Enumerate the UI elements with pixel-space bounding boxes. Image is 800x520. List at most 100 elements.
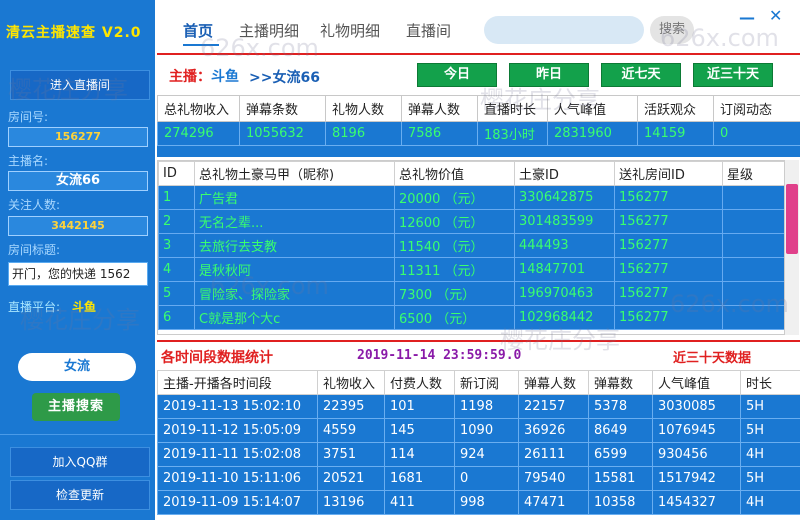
table-cell: 1 [158, 185, 195, 210]
host-prefix: 主播： [169, 69, 211, 85]
table-row[interactable]: 5 冒险家、探险家 7300 （元） 196970463 156277 [158, 281, 784, 306]
search-button[interactable]: 搜索 [650, 16, 694, 44]
table-row[interactable]: 1 广告君 20000 （元） 330642875 156277 [158, 185, 784, 210]
table-cell: 1090 [454, 418, 519, 443]
table-cell: 2019-11-10 15:11:06 [157, 466, 318, 491]
table-cell: 2019-11-12 15:05:09 [157, 418, 318, 443]
table-cell: 0 [454, 466, 519, 491]
stat-value: 0 [713, 121, 800, 146]
enter-room-button[interactable]: 进入直播间 [10, 70, 150, 100]
range-today-button[interactable]: 今日 [417, 63, 497, 87]
table-cell: 冒险家、探险家 [194, 281, 395, 306]
join-qq-group-button[interactable]: 加入QQ群 [10, 447, 150, 477]
table-cell: 4 [158, 257, 195, 282]
sidebar: 清云主播速查 V2.0 进入直播间 房间号: 156277 主播名: 女流66 … [0, 0, 155, 520]
host-name-link[interactable]: >>女流66 [249, 67, 320, 87]
column-header[interactable]: 星级 [722, 161, 784, 186]
column-header[interactable]: 付费人数 [384, 370, 455, 395]
table-row[interactable]: 2019-11-09 15:14:07 13196 411 998 47471 … [157, 490, 800, 515]
time-section-timestamp: 2019-11-14 23:59:59.0 [357, 348, 522, 363]
stat-value: 274296 [157, 121, 240, 146]
table-cell: 20000 （元） [394, 185, 515, 210]
time-section-range: 近三十天数据 [673, 351, 752, 366]
check-update-button[interactable]: 检查更新 [10, 480, 150, 510]
top-gifters-panel: ID 总礼物土豪马甲（昵称) 总礼物价值 土豪ID 送礼房间ID 星级 1 广告… [157, 160, 785, 335]
table-cell: 998 [454, 490, 519, 515]
range-yesterday-button[interactable]: 昨日 [509, 63, 589, 87]
tab-host-details[interactable]: 主播明细 [239, 20, 299, 41]
stat-header: 弹幕人数 [401, 95, 478, 122]
column-header[interactable]: 总礼物价值 [394, 161, 515, 186]
table-cell: 2019-11-13 15:02:10 [157, 394, 318, 419]
table-cell: 6 [158, 305, 195, 330]
app-title: 清云主播速查 V2.0 [6, 25, 142, 41]
gifters-scrollbar-thumb[interactable] [786, 184, 798, 254]
table-row[interactable]: 2019-11-10 15:11:06 20521 1681 0 79540 1… [157, 466, 800, 491]
column-header[interactable]: 主播-开播各时间段 [157, 370, 318, 395]
table-cell: 11311 （元） [394, 257, 515, 282]
table-cell: 5H [740, 418, 800, 443]
range-30days-button[interactable]: 近三十天 [693, 63, 773, 87]
stat-header: 活跃观众 [637, 95, 714, 122]
host-search-button[interactable]: 主播搜索 [32, 393, 120, 421]
table-cell: 101 [384, 394, 455, 419]
table-cell: 14847701 [514, 257, 615, 282]
table-cell: 156277 [614, 185, 723, 210]
table-cell: 22157 [518, 394, 589, 419]
tab-gift-details[interactable]: 礼物明细 [320, 20, 380, 41]
table-row[interactable]: 2019-11-12 15:05:09 4559 145 1090 36926 … [157, 418, 800, 443]
room-title-field[interactable]: 开门，您的快递 1562 [8, 262, 148, 286]
table-cell: 114 [384, 442, 455, 467]
close-icon[interactable]: ✕ [769, 6, 782, 25]
column-header[interactable]: 时长 [740, 370, 800, 395]
table-cell: 22395 [317, 394, 385, 419]
stat-value: 7586 [401, 121, 478, 146]
host-platform: 斗鱼 [211, 69, 239, 85]
stat-header: 直播时长 [477, 95, 548, 122]
column-header[interactable]: 土豪ID [514, 161, 615, 186]
column-header[interactable]: 礼物收入 [317, 370, 385, 395]
table-row[interactable]: 2 无名之辈... 12600 （元） 301483599 156277 [158, 209, 784, 234]
table-cell: C就是那个大c [194, 305, 395, 330]
tab-home[interactable]: 首页 [183, 20, 213, 41]
stat-header: 订阅动态 [713, 95, 800, 122]
column-header[interactable]: 送礼房间ID [614, 161, 723, 186]
table-cell: 1076945 [652, 418, 741, 443]
search-input[interactable] [484, 16, 644, 44]
stat-value: 183小时 [477, 121, 548, 146]
column-header[interactable]: ID [158, 161, 195, 186]
column-header[interactable]: 弹幕人数 [518, 370, 589, 395]
table-row[interactable]: 2019-11-11 15:02:08 3751 114 924 26111 6… [157, 442, 800, 467]
table-cell: 1454327 [652, 490, 741, 515]
minimize-icon[interactable]: — [739, 8, 755, 27]
table-cell: 79540 [518, 466, 589, 491]
table-cell: 156277 [614, 209, 723, 234]
host-name-value: 女流66 [8, 171, 148, 191]
table-row[interactable]: 2019-11-13 15:02:10 22395 101 1198 22157… [157, 394, 800, 419]
top-gifters-table: ID 总礼物土豪马甲（昵称) 总礼物价值 土豪ID 送礼房间ID 星级 1 广告… [158, 161, 784, 330]
column-header[interactable]: 弹幕数 [588, 370, 653, 395]
table-row[interactable]: 3 去旅行去支教 11540 （元） 444493 156277 [158, 233, 784, 258]
table-cell: 6599 [588, 442, 653, 467]
stat-header: 总礼物收入 [157, 95, 240, 122]
table-cell: 47471 [518, 490, 589, 515]
table-cell: 102968442 [514, 305, 615, 330]
tab-live-room[interactable]: 直播间 [406, 20, 451, 41]
table-cell: 924 [454, 442, 519, 467]
stat-header: 人气峰值 [547, 95, 638, 122]
range-7days-button[interactable]: 近七天 [601, 63, 681, 87]
room-title-label: 房间标题: [8, 243, 61, 257]
table-cell: 7300 （元） [394, 281, 515, 306]
column-header[interactable]: 人气峰值 [652, 370, 741, 395]
table-cell: 2 [158, 209, 195, 234]
table-row[interactable]: 4 是秋秋阿 11311 （元） 14847701 156277 [158, 257, 784, 282]
platform-row: 直播平台: 斗鱼 [8, 298, 96, 315]
table-cell: 444493 [514, 233, 615, 258]
host-search-input[interactable]: 女流 [18, 353, 136, 381]
column-header[interactable]: 总礼物土豪马甲（昵称) [194, 161, 395, 186]
table-cell: 930456 [652, 442, 741, 467]
table-row[interactable]: 6 C就是那个大c 6500 （元） 102968442 156277 [158, 305, 784, 330]
stat-header: 弹幕条数 [239, 95, 326, 122]
table-cell: 36926 [518, 418, 589, 443]
column-header[interactable]: 新订阅 [454, 370, 519, 395]
